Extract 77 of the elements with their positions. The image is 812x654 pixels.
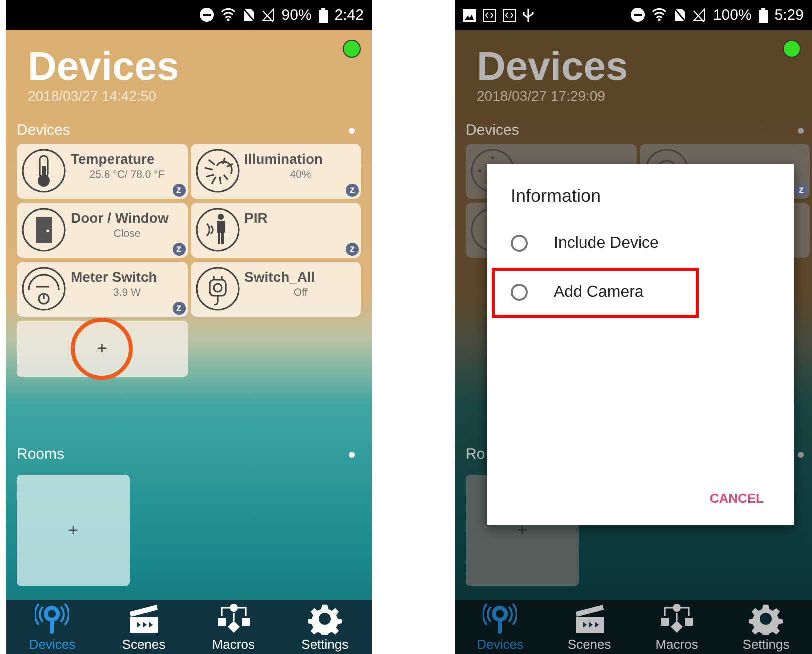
device-value: 25.6 °C/ 78.0 °F — [88, 168, 166, 182]
add-room-button[interactable]: + — [17, 475, 130, 586]
wifi-icon — [220, 8, 236, 22]
device-name: Meter Switch — [71, 269, 158, 286]
device-value: Close — [112, 227, 142, 241]
nav-tab[interactable]: Macros — [654, 603, 700, 654]
zwave-badge: z — [795, 184, 808, 197]
device-name: Switch_All — [244, 269, 316, 286]
radio-button[interactable] — [511, 235, 528, 252]
page-title: Devices — [28, 46, 180, 88]
battery-percent: 100% — [713, 6, 752, 24]
person-icon — [194, 207, 240, 253]
device-tile[interactable]: PIR z — [190, 203, 361, 258]
device-name: PIR — [244, 210, 269, 227]
door-icon — [21, 207, 67, 253]
nav-tab[interactable]: Macros — [210, 603, 257, 654]
battery-icon — [318, 8, 328, 22]
device-value: 40% — [289, 168, 312, 182]
flowchart-icon — [660, 603, 694, 635]
section-label: Devices — [466, 122, 520, 139]
no-sim-icon — [242, 8, 255, 22]
device-value: Off — [292, 286, 309, 300]
device-name: Illumination — [244, 151, 324, 168]
signal-icon — [693, 8, 706, 22]
do-not-disturb-icon — [200, 8, 214, 22]
device-name: Door / Window — [71, 210, 170, 227]
nav-tab[interactable]: Scenes — [566, 603, 614, 654]
add-device-button[interactable]: + — [17, 321, 188, 377]
zwave-badge: z — [172, 184, 186, 197]
clock-time: 5:29 — [774, 6, 804, 24]
battery-icon — [758, 8, 768, 22]
gauge-icon — [21, 266, 67, 312]
settings-icon — [749, 603, 784, 635]
battery-percent: 90% — [282, 6, 312, 24]
device-value: 3.9 W — [112, 286, 142, 300]
timestamp: 2018/03/27 17:29:09 — [477, 88, 606, 104]
plug-icon — [194, 266, 240, 312]
zwave-badge: z — [172, 243, 186, 256]
page-title: Devices — [477, 46, 630, 88]
page-indicator-dot — [349, 452, 355, 458]
flowchart-icon — [216, 603, 251, 635]
section-label: Ro — [466, 446, 486, 463]
dialog-title: Information — [511, 186, 602, 207]
nav-tab[interactable]: Settings — [300, 603, 351, 654]
timestamp: 2018/03/27 14:42:50 — [28, 88, 158, 104]
signal-icon — [262, 8, 275, 22]
device-tile[interactable]: Door / Window Close z — [17, 203, 188, 258]
page-indicator-dot — [349, 128, 355, 134]
cancel-button[interactable]: CANCEL — [704, 490, 770, 507]
nav-tab[interactable]: Scenes — [120, 603, 168, 654]
zwave-badge: z — [346, 243, 359, 256]
device-tile[interactable]: Meter Switch 3.9 W z — [17, 262, 188, 317]
wifi-icon — [652, 8, 668, 22]
device-tile[interactable]: Temperature 25.6 °C/ 78.0 °F z — [17, 144, 188, 199]
antenna-icon — [35, 603, 70, 635]
section-label: Rooms — [17, 446, 66, 463]
radio-option[interactable]: Include Device — [511, 219, 770, 268]
zwave-badge: z — [346, 184, 359, 197]
radio-option[interactable]: Add Camera — [511, 268, 770, 317]
do-not-disturb-icon — [631, 8, 646, 22]
thermometer-icon — [21, 148, 67, 194]
device-name: Temperature — [71, 151, 156, 168]
no-sim-icon — [674, 8, 686, 22]
nav-tab[interactable]: Devices — [27, 603, 78, 654]
radio-button[interactable] — [511, 284, 528, 301]
device-tile[interactable]: Illumination 40% z — [190, 144, 361, 199]
nav-tab[interactable]: Devices — [475, 603, 526, 654]
section-label: Devices — [17, 122, 72, 139]
device-tile[interactable]: Switch_All Off — [190, 262, 361, 317]
nav-tab[interactable]: Settings — [740, 603, 792, 654]
settings-icon — [308, 603, 342, 635]
sun-icon — [194, 148, 240, 194]
zwave-badge: z — [172, 302, 186, 315]
clock-time: 2:42 — [334, 6, 364, 24]
page-indicator-dot — [798, 128, 804, 134]
antenna-icon — [483, 603, 518, 635]
page-indicator-dot — [798, 452, 804, 458]
